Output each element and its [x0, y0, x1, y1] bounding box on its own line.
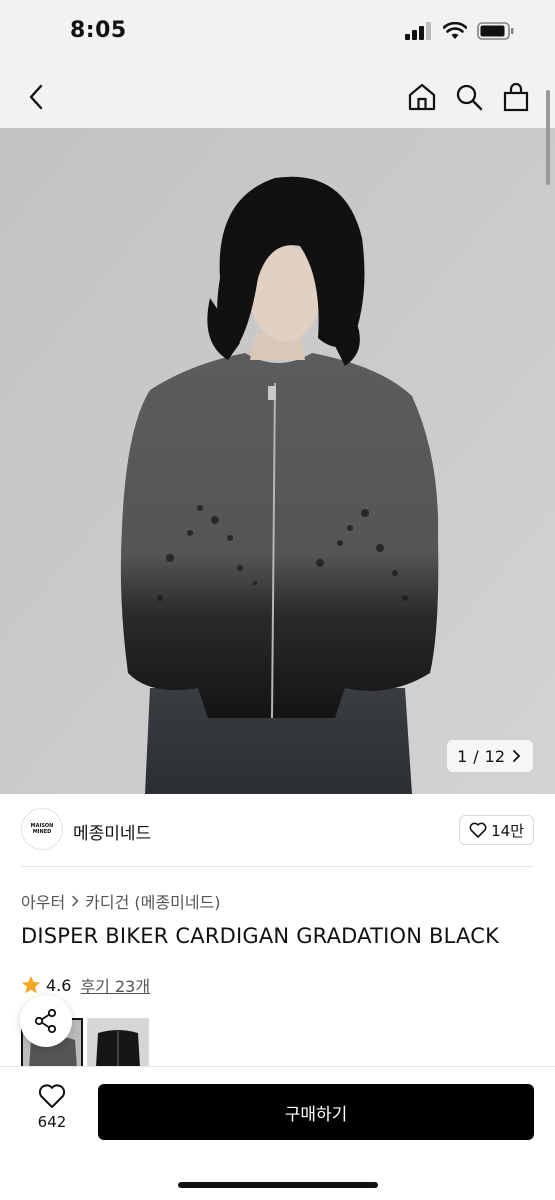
chevron-right-icon [72, 895, 79, 907]
wifi-icon [443, 22, 467, 39]
thumbnail-image [88, 1019, 148, 1067]
shopping-bag-icon [503, 82, 529, 112]
search-button[interactable] [450, 78, 488, 116]
share-icon [34, 1008, 57, 1034]
review-link[interactable]: 후기 23개 [80, 973, 150, 997]
product-photo [0, 128, 555, 794]
chevron-left-icon [29, 84, 43, 110]
signal-icon [405, 22, 431, 40]
rating-score: 4.6 [46, 975, 72, 995]
brand-like-button[interactable]: 14만 [459, 815, 534, 845]
chevron-right-icon [513, 750, 521, 762]
back-button[interactable] [18, 78, 56, 116]
bottom-action-bar: 642 구매하기 [0, 1066, 555, 1200]
gallery-current: 1 [457, 746, 468, 766]
breadcrumb-subcategory[interactable]: 카디건 (메종미네드) [85, 889, 220, 913]
scrollbar[interactable] [546, 90, 550, 185]
product-title: DISPER BIKER CARDIGAN GRADATION BLACK [21, 924, 500, 948]
buy-button[interactable]: 구매하기 [98, 1084, 534, 1140]
cart-button[interactable] [497, 78, 535, 116]
home-button[interactable] [403, 78, 441, 116]
brand-logo[interactable]: MAISON MINED [21, 808, 63, 850]
status-time: 8:05 [70, 18, 127, 43]
brand-name[interactable]: 메종미네드 [73, 819, 151, 844]
brand-like-count: 14만 [491, 821, 524, 840]
wishlist-count: 642 [37, 1113, 67, 1131]
rating-row: 4.6 후기 23개 [21, 973, 150, 997]
home-indicator [178, 1182, 378, 1188]
star-icon [22, 976, 40, 994]
share-button[interactable] [20, 995, 72, 1047]
wishlist-button[interactable]: 642 [22, 1083, 82, 1143]
heart-icon [38, 1084, 66, 1108]
breadcrumb-category[interactable]: 아우터 [21, 889, 65, 913]
heart-icon [469, 822, 487, 838]
search-icon [456, 84, 483, 111]
brand-row[interactable]: MAISON MINED 메종미네드 14만 [0, 794, 555, 866]
product-image[interactable]: 1 / 12 [0, 128, 555, 794]
gallery-page-indicator[interactable]: 1 / 12 [447, 740, 533, 772]
battery-icon [477, 22, 514, 40]
home-icon [408, 83, 436, 111]
gallery-separator: / [473, 746, 479, 766]
gallery-total: 12 [484, 746, 505, 766]
nav-bar [0, 66, 555, 128]
status-bar: 8:05 [0, 0, 555, 66]
status-icons [405, 22, 515, 40]
divider [21, 866, 534, 867]
thumbnail-black[interactable] [87, 1018, 149, 1068]
brand-logo-text: MAISON MINED [30, 823, 54, 835]
breadcrumb: 아우터 카디건 (메종미네드) [21, 889, 221, 913]
